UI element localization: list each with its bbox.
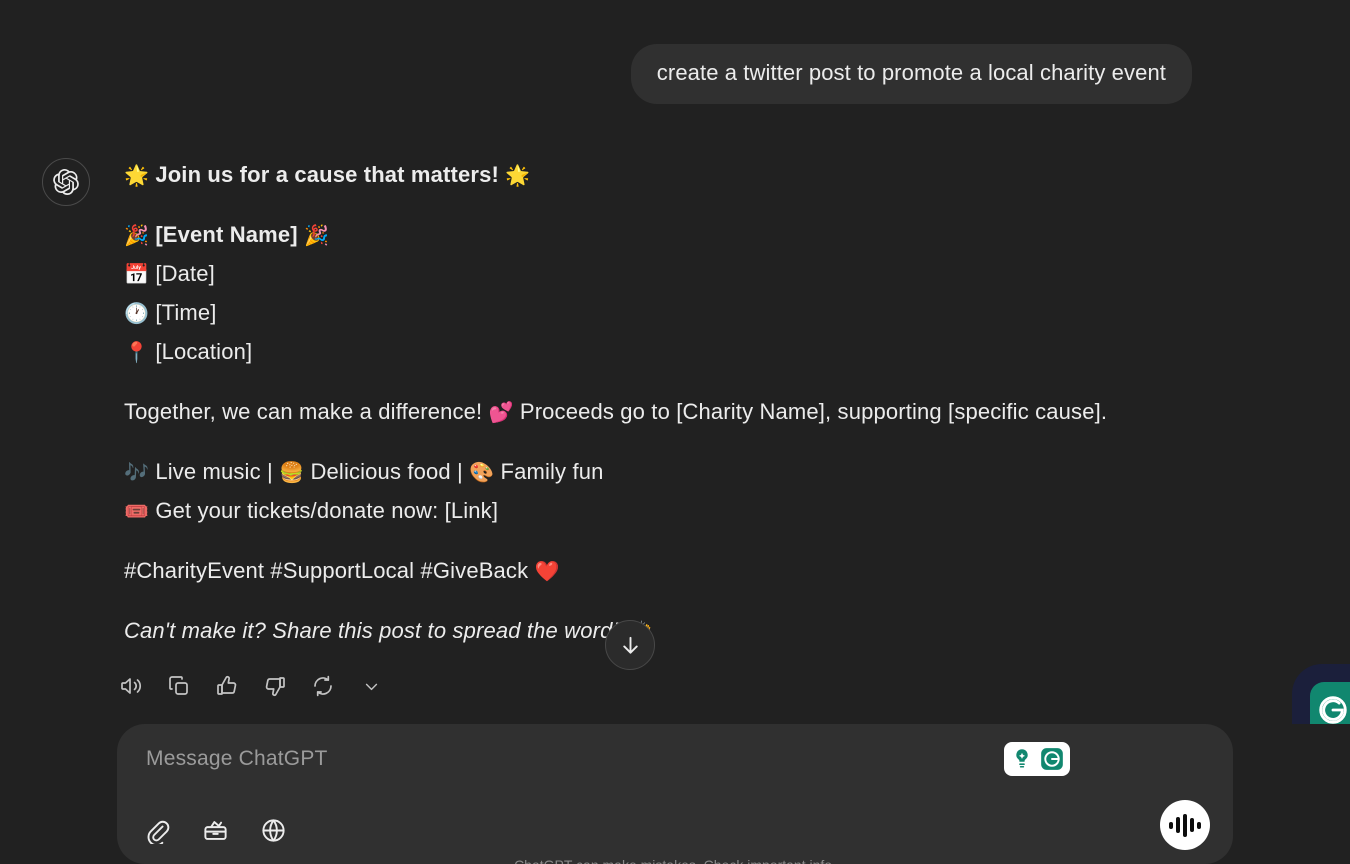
proceeds-paragraph: Together, we can make a difference! 💕 Pr… [124, 397, 1107, 426]
hamburger-emoji: 🍔 [279, 460, 305, 485]
palette-emoji: 🎨 [469, 460, 495, 485]
chevron-down-icon [365, 683, 377, 690]
composer-area: Message ChatGPT [0, 724, 1350, 864]
features-line: 🎶 Live music | 🍔 Delicious food | 🎨 Fami… [124, 457, 1107, 486]
feature-food-text: Delicious food | [310, 459, 463, 485]
copy-icon [169, 676, 188, 696]
footer-disclaimer: ChatGPT can make mistakes. Check importa… [0, 857, 1350, 864]
pin-emoji: 📍 [124, 340, 150, 365]
paperclip-icon [147, 820, 169, 844]
thumbs-down-button[interactable] [262, 673, 288, 699]
party-popper-emoji: 🎉 [304, 223, 330, 248]
event-time-line: 🕐 [Time] [124, 298, 1107, 327]
thumbs-up-button[interactable] [214, 673, 240, 699]
tools-button[interactable] [199, 814, 231, 846]
more-actions-button[interactable] [358, 673, 384, 699]
user-message-row: create a twitter post to promote a local… [0, 0, 1350, 104]
event-location-text: [Location] [155, 339, 253, 365]
grammarly-logo-icon [1319, 696, 1347, 724]
ticket-emoji: 🎟️ [124, 499, 150, 524]
event-name-text: [Event Name] [155, 222, 298, 248]
grammarly-logo-icon [1041, 748, 1063, 770]
event-date-text: [Date] [155, 261, 215, 287]
attach-files-button[interactable] [141, 814, 173, 846]
regenerate-icon [314, 676, 332, 697]
assistant-message-content: 🌟 Join us for a cause that matters! 🌟 🎉 … [90, 157, 1107, 645]
message-input[interactable]: Message ChatGPT [146, 747, 328, 771]
event-name-line: 🎉 [Event Name] 🎉 [124, 220, 1107, 249]
chat-scroll-area[interactable]: create a twitter post to promote a local… [0, 0, 1350, 700]
tickets-text: Get your tickets/donate now: [Link] [155, 498, 499, 524]
waveform-icon [1169, 813, 1201, 837]
user-message-bubble: create a twitter post to promote a local… [630, 44, 1192, 104]
event-date-line: 📅 [Date] [124, 259, 1107, 288]
calendar-emoji: 📅 [124, 262, 150, 287]
copy-button[interactable] [166, 673, 192, 699]
assistant-message-row: 🌟 Join us for a cause that matters! 🌟 🎉 … [0, 104, 1350, 645]
proceeds-post-text: Proceeds go to [Charity Name], supportin… [519, 399, 1108, 425]
closing-text: Can't make it? Share this post to spread… [124, 618, 619, 644]
regenerate-button[interactable] [310, 673, 336, 699]
grammarly-assistant-pill[interactable] [1004, 742, 1070, 776]
red-heart-emoji: ❤️ [534, 559, 560, 584]
two-hearts-emoji: 💕 [488, 400, 514, 425]
message-composer[interactable]: Message ChatGPT [117, 724, 1233, 864]
thumbs-down-icon [265, 677, 285, 697]
feature-fun-text: Family fun [500, 459, 604, 485]
speaker-icon [121, 678, 142, 695]
voice-mode-button[interactable] [1160, 800, 1210, 850]
composer-tool-row [141, 814, 289, 846]
star-emoji: 🌟 [505, 163, 531, 187]
thumbs-up-icon [217, 676, 237, 696]
hashtags-line: #CharityEvent #SupportLocal #GiveBack ❤️ [124, 556, 1107, 585]
tickets-line: 🎟️ Get your tickets/donate now: [Link] [124, 496, 1107, 525]
globe-icon [261, 818, 285, 842]
event-details-block: 🎉 [Event Name] 🎉 📅 [Date] 🕐 [Time] 📍 [Lo… [124, 220, 1107, 366]
browse-web-button[interactable] [257, 814, 289, 846]
star-emoji: 🌟 [124, 163, 150, 187]
read-aloud-button[interactable] [118, 673, 144, 699]
toolbox-icon [203, 820, 227, 840]
feature-music-text: Live music | [155, 459, 273, 485]
arrow-down-icon [622, 636, 638, 654]
clock-emoji: 🕐 [124, 301, 150, 326]
event-location-line: 📍 [Location] [124, 337, 1107, 366]
proceeds-pre-text: Together, we can make a difference! [124, 399, 483, 425]
message-action-bar [0, 645, 1350, 699]
response-heading-text: Join us for a cause that matters! [155, 162, 499, 187]
openai-logo-icon [53, 169, 79, 195]
response-heading: 🌟 Join us for a cause that matters! 🌟 [124, 160, 1107, 189]
assistant-avatar [42, 158, 90, 206]
hashtags-text: #CharityEvent #SupportLocal #GiveBack [124, 558, 529, 584]
scroll-to-bottom-button[interactable] [605, 620, 655, 670]
event-time-text: [Time] [155, 300, 217, 326]
grammarly-suggestion-icon [1016, 749, 1028, 768]
party-popper-emoji: 🎉 [124, 223, 150, 248]
musical-notes-emoji: 🎶 [124, 460, 150, 485]
